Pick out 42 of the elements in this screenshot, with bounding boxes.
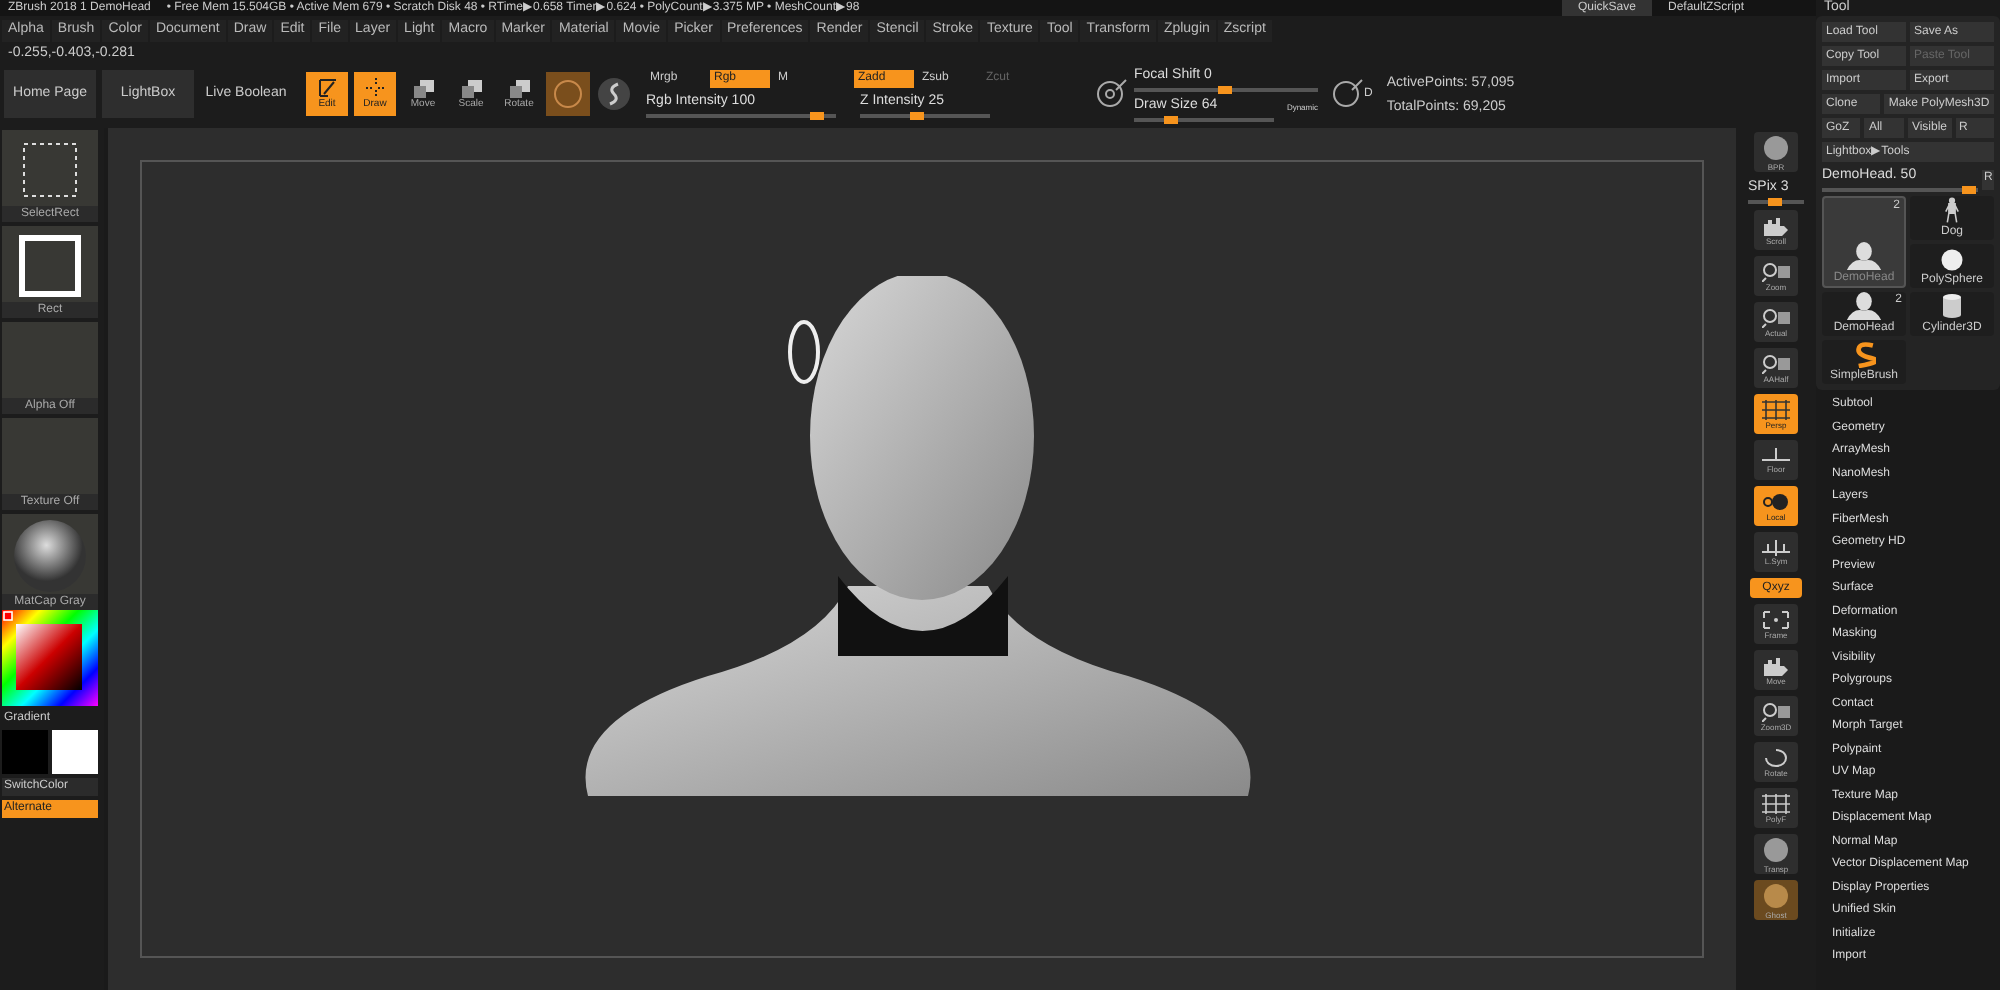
slider-thumb[interactable]: [1962, 186, 1977, 194]
sphere-icon: [1762, 133, 1790, 161]
secondary-color-swatch[interactable]: [52, 730, 98, 774]
crosshair-icon: [365, 78, 385, 98]
grid-icon: [1762, 399, 1790, 419]
sphere-icon: [1762, 835, 1790, 863]
magnifier-icon: [1762, 701, 1790, 721]
bust-thumbnail-icon: [1842, 292, 1886, 320]
rotate-icon: [1762, 747, 1790, 767]
frame-icon: [1762, 609, 1790, 629]
focal-dial-icon: [1096, 78, 1128, 110]
color-picker-drawing[interactable]: [2, 610, 98, 706]
slider-thumb[interactable]: [1218, 86, 1232, 94]
edit-pen-icon: [317, 78, 337, 98]
magnifier-icon: [1762, 261, 1790, 281]
floor-icon: [1762, 447, 1790, 463]
sphere-icon: [1940, 248, 1964, 272]
sphere-icon: [1762, 881, 1790, 909]
hand-icon: [1762, 215, 1790, 235]
main-color-swatch[interactable]: [2, 730, 48, 774]
hand-icon: [1762, 655, 1790, 675]
slider-thumb[interactable]: [910, 112, 925, 120]
magnifier-icon: [1762, 353, 1790, 373]
cube-icon: [413, 79, 433, 97]
figure-icon: [1944, 196, 1960, 224]
dashed-square-icon: [22, 142, 78, 198]
s-brush-icon: [1853, 342, 1875, 368]
symmetry-icon: [1762, 539, 1790, 555]
cube-icon: [509, 79, 529, 97]
stroke-icon: [596, 76, 632, 112]
magnifier-icon: [1762, 307, 1790, 327]
slider-thumb[interactable]: [1768, 198, 1782, 206]
slider-thumb[interactable]: [1163, 116, 1178, 124]
cube-icon: [461, 79, 481, 97]
grid-icon: [1762, 793, 1790, 813]
dial-icon: [1332, 78, 1364, 110]
cylinder-icon: [1940, 292, 1964, 320]
material-swatch[interactable]: [546, 72, 590, 116]
local-icon: [1762, 491, 1790, 511]
bust-thumbnail-icon: [1842, 242, 1886, 270]
square-icon: [18, 234, 82, 298]
slider-thumb[interactable]: [809, 112, 823, 120]
